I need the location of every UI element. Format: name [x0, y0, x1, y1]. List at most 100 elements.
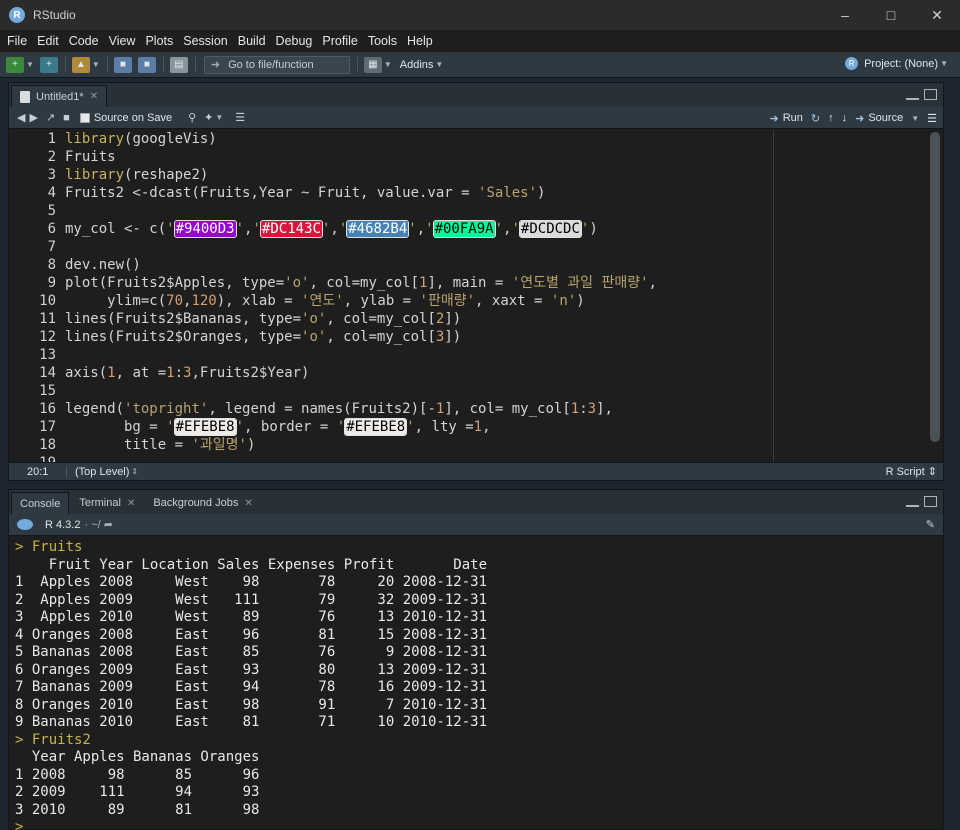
- save-all-icon[interactable]: ■: [137, 56, 156, 73]
- print-margin-line: [773, 130, 774, 463]
- console-tabstrip: Console Terminal ✕ Background Jobs ✕: [9, 490, 943, 514]
- menu-bar: File Edit Code View Plots Session Build …: [0, 30, 960, 52]
- maximize-pane-icon[interactable]: [924, 496, 937, 507]
- console-line: 1 Apples 2008 West 98 78 20 2008-12-31: [15, 574, 488, 590]
- code-line: lines(Fruits2$Bananas, type='o', col=my_…: [65, 311, 462, 327]
- close-button[interactable]: ✕: [914, 0, 960, 30]
- search-icon[interactable]: ⚲: [188, 111, 196, 124]
- line-number: 15: [39, 383, 56, 399]
- source-toolbar: ◀ ▶ ↗ ■ Source on Save ⚲ ✦ ▼ ☰ ➜ Run ↻ ↑…: [9, 107, 943, 129]
- tab-background-jobs[interactable]: Background Jobs ✕: [145, 492, 260, 514]
- outline-list-icon[interactable]: ☰: [927, 112, 937, 125]
- color-swatch-beige: #EFEBE8: [173, 418, 237, 436]
- source-button[interactable]: Source: [868, 112, 903, 124]
- arrow-up-icon[interactable]: ↑: [828, 112, 834, 124]
- new-file-icon[interactable]: +: [6, 56, 24, 73]
- console-line: 7 Bananas 2009 East 94 78 16 2009-12-31: [15, 679, 488, 695]
- color-swatch-steelblue: #4682B4: [346, 220, 410, 238]
- line-number: 5: [47, 203, 56, 219]
- tab-label: Untitled1*: [36, 90, 84, 103]
- console-line: 1 2008 98 85 96: [15, 766, 260, 783]
- chevron-down-icon[interactable]: ▼: [215, 113, 223, 122]
- console-output[interactable]: > Fruits Fruit Year Location Sales Expen…: [15, 539, 935, 830]
- tab-label: Terminal: [79, 497, 121, 509]
- menu-build[interactable]: Build: [233, 34, 271, 48]
- menu-debug[interactable]: Debug: [271, 34, 318, 48]
- save-icon[interactable]: ■: [63, 112, 70, 124]
- editor-scrollbar[interactable]: [930, 132, 940, 442]
- console-line: 5 Bananas 2008 East 85 76 9 2008-12-31: [15, 644, 488, 660]
- menu-plots[interactable]: Plots: [140, 34, 178, 48]
- close-tab-icon[interactable]: ✕: [244, 498, 252, 509]
- print-icon[interactable]: ▤: [169, 56, 188, 73]
- source-pane: Untitled1* ✕ ◀ ▶ ↗ ■ Source on Save ⚲ ✦ …: [8, 82, 944, 481]
- menu-file[interactable]: File: [2, 34, 32, 48]
- source-on-save-checkbox[interactable]: [79, 112, 90, 123]
- tab-console[interactable]: Console: [11, 492, 70, 514]
- chevron-down-icon[interactable]: ▼: [911, 114, 919, 123]
- line-number: 12: [39, 329, 56, 345]
- line-number: 2: [47, 149, 56, 165]
- r-version: R 4.3.2: [45, 518, 81, 531]
- menu-code[interactable]: Code: [64, 34, 104, 48]
- run-button[interactable]: Run: [783, 112, 803, 124]
- code-editor[interactable]: 1 2 3 4 5 6 7 8 9 10 11 12 13 14 15 16 1…: [9, 130, 943, 463]
- chevron-down-icon[interactable]: ▼: [435, 60, 443, 69]
- chevron-down-icon[interactable]: ▼: [26, 60, 34, 69]
- back-arrow-icon[interactable]: ◀: [17, 111, 25, 124]
- show-in-window-icon[interactable]: ↗: [46, 111, 55, 124]
- close-tab-icon[interactable]: ✕: [127, 498, 135, 509]
- new-project-icon[interactable]: +: [39, 56, 58, 73]
- chevron-down-icon[interactable]: ▼: [384, 60, 392, 69]
- forward-arrow-icon[interactable]: ▶: [29, 111, 37, 124]
- project-menu[interactable]: R Project: (None) ▼: [845, 57, 948, 70]
- maximize-button[interactable]: □: [868, 0, 914, 30]
- tab-untitled1[interactable]: Untitled1* ✕: [11, 85, 108, 107]
- code-line: plot(Fruits2$Apples, type='o', col=my_co…: [65, 275, 657, 291]
- magic-wand-icon[interactable]: ✦: [204, 111, 213, 124]
- open-file-icon[interactable]: ▲: [71, 56, 90, 73]
- minimize-button[interactable]: –: [822, 0, 868, 30]
- color-swatch-beige-border: #EFEBE8: [344, 418, 408, 436]
- console-pane: Console Terminal ✕ Background Jobs ✕ R 4.3…: [8, 489, 944, 830]
- minimize-pane-icon[interactable]: [906, 496, 919, 507]
- main-toolbar: + ▼ + ▲ ▼ ■ ■ ▤ ➜ Go to file/function ▦ …: [0, 52, 960, 78]
- save-icon[interactable]: ■: [113, 56, 132, 73]
- title-bar: R RStudio – □ ✕: [0, 0, 960, 30]
- code-line: Fruits: [65, 149, 116, 165]
- code-line: ylim=c(70,120), xlab = '연도', ylab = '판매량…: [65, 293, 585, 309]
- menu-help[interactable]: Help: [402, 34, 438, 48]
- minimize-pane-icon[interactable]: [906, 89, 919, 100]
- code-line: library(reshape2): [65, 167, 209, 183]
- arrow-down-icon[interactable]: ↓: [842, 112, 848, 124]
- menu-view[interactable]: View: [104, 34, 141, 48]
- clear-console-icon[interactable]: ✎: [926, 518, 935, 531]
- menu-session[interactable]: Session: [178, 34, 232, 48]
- rerun-icon[interactable]: ↻: [811, 112, 820, 125]
- menu-edit[interactable]: Edit: [32, 34, 64, 48]
- go-to-file-input[interactable]: ➜ Go to file/function: [203, 55, 350, 74]
- maximize-pane-icon[interactable]: [924, 89, 937, 100]
- close-tab-icon[interactable]: ✕: [90, 91, 98, 102]
- tab-terminal[interactable]: Terminal ✕: [71, 492, 143, 514]
- console-line: Year Apples Bananas Oranges: [15, 749, 260, 765]
- code-line: legend('topright', legend = names(Fruits…: [65, 401, 613, 417]
- file-type-selector[interactable]: R Script ⇕: [886, 465, 937, 478]
- working-directory[interactable]: · ~/ ➦: [84, 518, 113, 531]
- source-status-bar: 20:1 (Top Level) ⇕ R Script ⇕: [9, 462, 943, 480]
- console-prompt[interactable]: >: [15, 819, 935, 830]
- menu-profile[interactable]: Profile: [317, 34, 362, 48]
- window-title: RStudio: [33, 8, 76, 22]
- addins-menu[interactable]: Addins: [400, 59, 434, 71]
- document-outline-icon[interactable]: ☰: [235, 111, 245, 124]
- line-number: 17: [39, 419, 56, 435]
- grid-layout-icon[interactable]: ▦: [363, 56, 382, 73]
- chevron-updown-icon[interactable]: ⇕: [131, 467, 138, 476]
- chevron-down-icon[interactable]: ▼: [92, 60, 100, 69]
- menu-tools[interactable]: Tools: [363, 34, 402, 48]
- go-to-arrow-icon: ➜: [210, 59, 221, 71]
- file-type-label: R Script: [885, 466, 925, 478]
- scope-selector[interactable]: (Top Level): [67, 466, 129, 478]
- line-number: 8: [47, 257, 56, 273]
